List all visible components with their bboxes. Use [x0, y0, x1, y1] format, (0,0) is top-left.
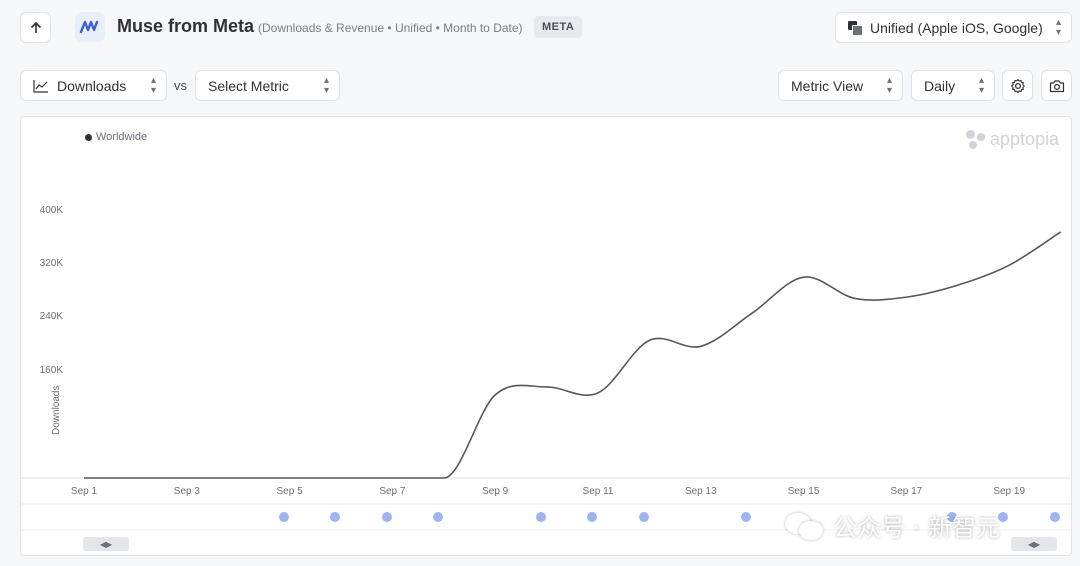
x-tick-label: Sep 7	[379, 486, 406, 497]
platform-select-label: Unified (Apple iOS, Google)	[870, 19, 1043, 36]
camera-icon	[1049, 79, 1064, 92]
app-meta: (Downloads & Revenue • Unified • Month t…	[258, 21, 523, 35]
wechat-icon	[785, 511, 825, 541]
x-tick-label: Sep 17	[890, 486, 923, 497]
timeline-marker[interactable]	[535, 512, 546, 522]
back-button[interactable]	[20, 12, 51, 43]
x-tick-label: Sep 11	[582, 486, 614, 497]
timeline-marker[interactable]	[278, 512, 289, 522]
x-tick-label: Sep 5	[276, 486, 303, 497]
scroll-handle-right[interactable]: ◀▶	[1011, 537, 1057, 551]
layers-icon	[848, 20, 863, 36]
wechat-watermark: 公众号 · 新智元	[785, 508, 1000, 543]
chevron-updown-icon	[151, 76, 156, 96]
downloads-chart: Worldwide apptopia Downloads 400K 320K 240…	[20, 116, 1072, 556]
x-tick-label: Sep 1	[70, 486, 98, 497]
settings-button[interactable]	[1002, 70, 1033, 101]
x-tick-label: Sep 15	[787, 486, 820, 497]
x-tick-label: Sep 13	[684, 486, 717, 497]
view-select-label: Metric View	[791, 77, 864, 94]
worldwide-series-line	[84, 231, 1062, 479]
line-chart-icon	[33, 79, 48, 93]
arrow-up-icon	[30, 21, 41, 33]
chevron-updown-icon	[324, 76, 329, 96]
chevron-updown-icon	[1056, 18, 1061, 38]
timeline-marker[interactable]	[1049, 512, 1060, 522]
app-title: Muse from Meta	[117, 16, 255, 36]
timeline-marker[interactable]	[638, 512, 649, 522]
x-tick-label: Sep 19	[993, 486, 1026, 497]
compare-select-label: Select Metric	[208, 77, 289, 94]
platform-select[interactable]: Unified (Apple iOS, Google)	[835, 12, 1072, 43]
gear-icon	[1010, 78, 1025, 93]
muse-logo-icon	[75, 12, 105, 42]
x-tick-label: Sep 3	[173, 486, 200, 497]
metric-select-label: Downloads	[57, 77, 127, 94]
vs-label: vs	[174, 78, 187, 93]
granularity-select[interactable]: Daily	[911, 70, 995, 101]
wechat-watermark-text: 公众号 · 新智元	[833, 514, 1000, 542]
granularity-select-label: Daily	[924, 77, 956, 94]
chevron-updown-icon	[887, 76, 892, 96]
compare-metric-select[interactable]: Select Metric	[195, 70, 340, 101]
view-select[interactable]: Metric View	[778, 70, 903, 101]
timeline-marker[interactable]	[433, 512, 443, 522]
scroll-handle-left[interactable]: ◀▶	[83, 537, 129, 551]
company-badge[interactable]: META	[534, 16, 583, 38]
metric-select[interactable]: Downloads	[20, 70, 167, 101]
timeline-marker[interactable]	[381, 512, 392, 522]
screenshot-button[interactable]	[1041, 70, 1072, 101]
chevron-updown-icon	[979, 76, 984, 96]
x-tick-label: Sep 9	[482, 486, 509, 497]
